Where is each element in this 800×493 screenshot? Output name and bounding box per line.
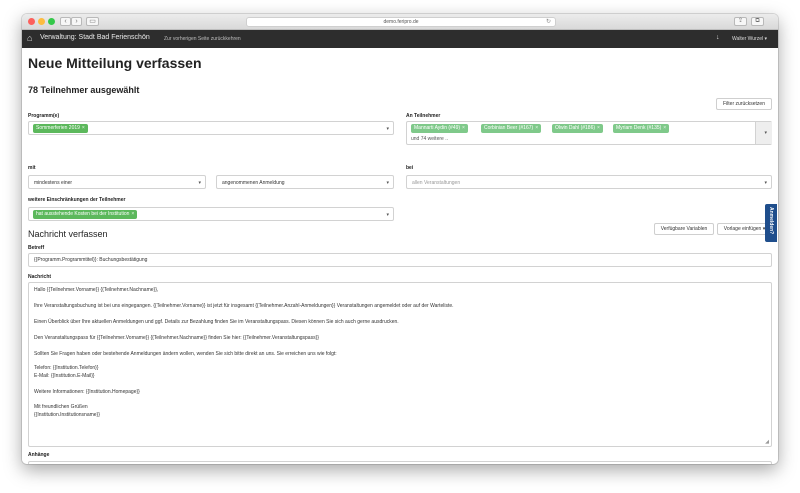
mit-select[interactable]: mindestens einer ▾ — [28, 175, 206, 189]
remove-tag-icon[interactable]: × — [597, 125, 600, 131]
remove-tag-icon[interactable]: × — [535, 125, 538, 131]
message-line: Einen Überblick über Ihre aktuellen Anme… — [34, 319, 399, 325]
einschraenkung-tag-label: hat ausstehende Kosten bei der Instituti… — [36, 211, 130, 217]
register-side-tab[interactable]: Anmelden? — [765, 204, 777, 242]
nachricht-textarea[interactable]: Hallo {{Teilnehmer.Vorname}} {{Teilnehme… — [28, 282, 772, 447]
resize-handle-icon[interactable]: ◢ — [765, 439, 769, 445]
remove-tag-icon[interactable]: × — [82, 125, 85, 131]
chevron-down-icon[interactable]: ▾ — [386, 180, 389, 186]
register-side-tab-label: Anmelden? — [768, 207, 774, 235]
message-line: Den Veranstaltungspass für {{Teilnehmer.… — [34, 335, 319, 341]
an-teilnehmer-label: An Teilnehmer — [406, 113, 441, 119]
more-teilnehmer-text: und 74 weitere .. — [411, 136, 448, 142]
user-menu[interactable]: Walter Wurzel ▾ — [732, 36, 767, 42]
anmeldung-select[interactable]: angenommenen Anmeldung ▾ — [216, 175, 394, 189]
teilnehmer-select[interactable]: Mannarti Aydin (#49) × Corbinian Beer (#1… — [406, 121, 772, 145]
message-line: Weitere Informationen: {{Institution.Hom… — [34, 389, 140, 395]
minimize-window-button[interactable] — [38, 18, 45, 25]
nachricht-label: Nachricht — [28, 274, 52, 280]
bei-select[interactable]: allen Veranstaltungen ▾ — [406, 175, 772, 189]
tabs-icon[interactable]: ⧉ — [751, 17, 764, 26]
teilnehmer-tag-label: Olwin Dahl (#186) — [555, 125, 596, 131]
chevron-down-icon[interactable]: ▾ — [386, 126, 389, 132]
forward-icon[interactable]: › — [71, 17, 82, 26]
einschraenkungen-select[interactable]: hat ausstehende Kosten bei der Instituti… — [28, 207, 394, 221]
main-content: Neue Mitteilung verfassen 78 Teilnehmer … — [22, 48, 778, 464]
bei-placeholder: allen Veranstaltungen — [412, 180, 461, 186]
message-line: Hallo {{Teilnehmer.Vorname}} {{Teilnehme… — [34, 287, 159, 293]
address-bar[interactable]: demo.feripro.de ↻ — [246, 17, 556, 27]
message-line: Telefon: {{Institution.Telefon}} — [34, 365, 99, 371]
chevron-down-icon[interactable]: ▾ — [764, 130, 767, 136]
browser-window: ‹ › ▭ demo.feripro.de ↻ ⇪ ⧉ ⌂ Verwaltung… — [22, 14, 778, 464]
share-icon[interactable]: ⇪ — [734, 17, 747, 26]
anmeldung-value: angenommenen Anmeldung — [222, 180, 285, 186]
programm-select[interactable]: Sommerferien 2019 × ▾ — [28, 121, 394, 135]
bei-label: bei — [406, 165, 414, 171]
teilnehmer-tag-label: Myriam Denk (#135) — [616, 125, 662, 131]
teilnehmer-tag[interactable]: Myriam Denk (#135) × — [613, 124, 670, 133]
teilnehmer-tag[interactable]: Olwin Dahl (#186) × — [552, 124, 603, 133]
compose-heading: Nachricht verfassen — [28, 229, 108, 239]
programm-tag-label: Sommerferien 2019 — [36, 125, 80, 131]
chevron-down-icon[interactable]: ▾ — [764, 180, 767, 186]
back-icon[interactable]: ‹ — [60, 17, 71, 26]
anhaenge-dropzone[interactable] — [28, 461, 772, 464]
variables-button[interactable]: Verfügbare Variablen — [654, 223, 714, 235]
chevron-down-icon[interactable]: ▾ — [198, 180, 201, 186]
message-line: Sollten Sie Fragen haben oder bestehende… — [34, 351, 337, 357]
message-line: {{Institution.Institutionsname}} — [34, 412, 100, 418]
sidebar-toggle-icon[interactable]: ▭ — [86, 17, 99, 26]
app-navbar: ⌂ Verwaltung: Stadt Bad Ferienschön Zur … — [22, 30, 778, 48]
betreff-input[interactable]: {{Programm.Programmtitel}}: Buchungsbest… — [28, 253, 772, 267]
insert-template-button[interactable]: Vorlage einfügen ▾ — [717, 223, 772, 235]
selected-count: 78 Teilnehmer ausgewählt — [28, 85, 140, 95]
browser-titlebar: ‹ › ▭ demo.feripro.de ↻ ⇪ ⧉ — [22, 14, 778, 30]
teilnehmer-tag-label: Corbinian Beer (#167) — [484, 125, 534, 131]
teilnehmer-tag[interactable]: Corbinian Beer (#167) × — [481, 124, 542, 133]
betreff-label: Betreff — [28, 245, 45, 251]
chevron-down-icon[interactable]: ▾ — [386, 212, 389, 218]
remove-tag-icon[interactable]: × — [663, 125, 666, 131]
download-icon[interactable]: ↓ — [716, 34, 720, 41]
back-link[interactable]: Zur vorherigen Seite zurückkehren — [164, 36, 241, 42]
teilnehmer-tag-label: Mannarti Aydin (#49) — [414, 125, 461, 131]
home-icon[interactable]: ⌂ — [27, 33, 32, 43]
mit-label: mit — [28, 165, 36, 171]
message-line: E-Mail: {{Institution.E-Mail}} — [34, 373, 95, 379]
einschraenkung-tag[interactable]: hat ausstehende Kosten bei der Instituti… — [33, 210, 138, 219]
programm-label: Programm(e) — [28, 113, 60, 119]
message-line: Ihre Veranstaltungsbuchung ist bei uns e… — [34, 303, 454, 309]
programm-tag[interactable]: Sommerferien 2019 × — [33, 124, 88, 133]
page-title: Neue Mitteilung verfassen — [28, 55, 202, 71]
teilnehmer-tag[interactable]: Mannarti Aydin (#49) × — [411, 124, 468, 133]
einschraenkungen-label: weitere Einschränkungen der Teilnehmer — [28, 197, 126, 203]
url-text: demo.feripro.de — [383, 19, 419, 25]
app-brand[interactable]: Verwaltung: Stadt Bad Ferienschön — [40, 34, 150, 41]
reload-icon[interactable]: ↻ — [546, 18, 551, 26]
message-line: Mit freundlichen Grüßen — [34, 404, 88, 410]
anhaenge-label: Anhänge — [28, 452, 50, 458]
close-window-button[interactable] — [28, 18, 35, 25]
mit-value: mindestens einer — [34, 180, 73, 186]
maximize-window-button[interactable] — [48, 18, 55, 25]
remove-tag-icon[interactable]: × — [462, 125, 465, 131]
reset-filter-button[interactable]: Filter zurücksetzen — [716, 98, 772, 110]
remove-tag-icon[interactable]: × — [131, 211, 134, 217]
